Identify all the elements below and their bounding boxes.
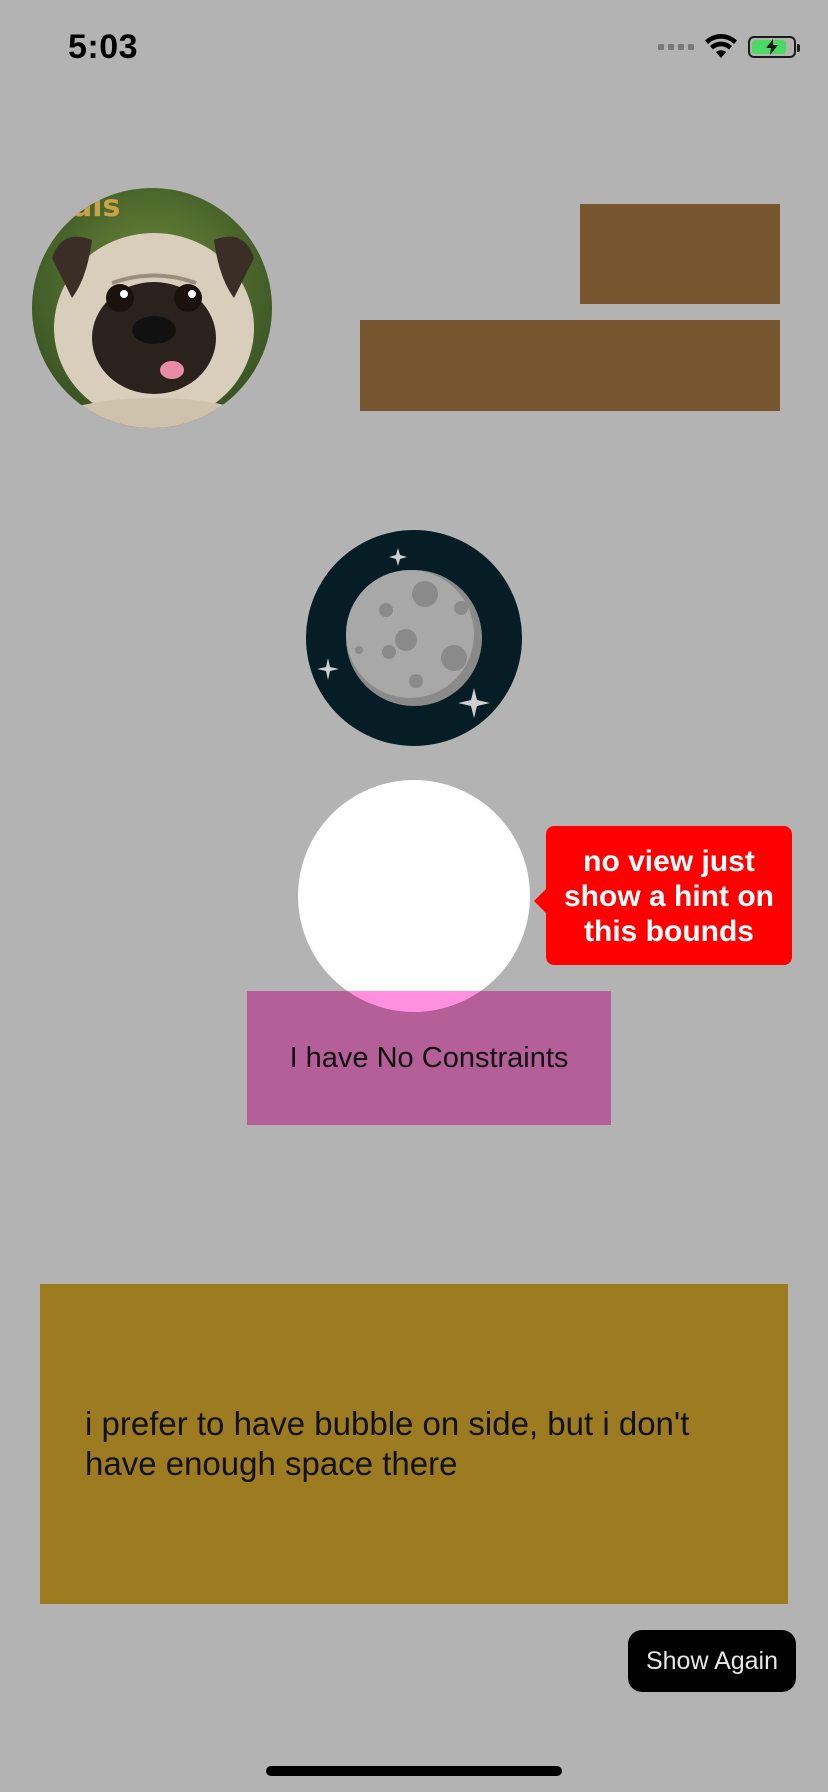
cellular-signal-icon <box>658 44 694 50</box>
status-time: 5:03 <box>68 28 139 66</box>
moon-button[interactable] <box>306 530 522 746</box>
bubble-side-text: i prefer to have bubble on side, but i d… <box>85 1405 690 1482</box>
brown-rectangle-top <box>580 204 780 304</box>
brown-rectangle-wide <box>360 320 780 411</box>
hint-highlight-circle <box>298 780 530 1012</box>
moon-icon <box>306 530 522 746</box>
pug-dog-icon: ais <box>32 188 272 428</box>
show-again-button[interactable]: Show Again <box>628 1630 796 1692</box>
no-constraints-box[interactable]: I have No Constraints <box>247 991 611 1125</box>
charging-bolt-icon <box>766 39 778 55</box>
battery-icon <box>748 36 800 58</box>
bubble-side-box[interactable]: i prefer to have bubble on side, but i d… <box>40 1284 788 1604</box>
pug-avatar[interactable]: ais <box>32 188 272 428</box>
wifi-icon <box>705 34 737 58</box>
home-indicator[interactable] <box>266 1766 562 1776</box>
svg-text:ais: ais <box>72 189 120 224</box>
hint-tooltip[interactable]: no view just show a hint on this bounds <box>546 826 792 965</box>
status-icons <box>658 34 800 60</box>
